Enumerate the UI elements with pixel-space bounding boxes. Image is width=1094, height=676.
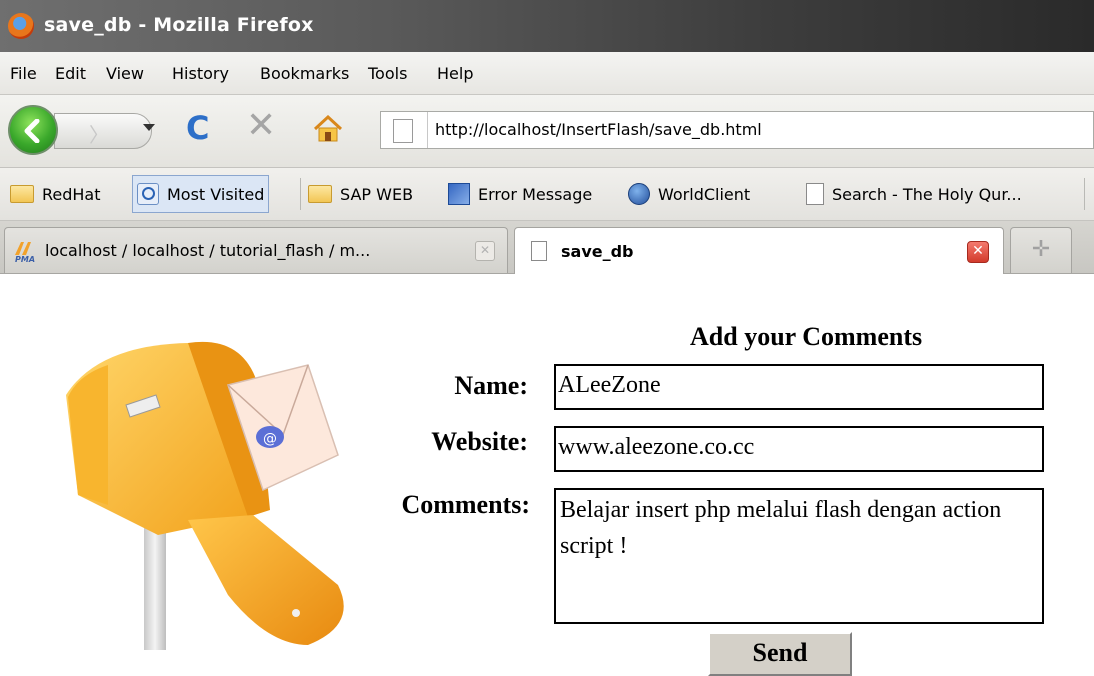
svg-text:@: @ [263, 431, 277, 447]
send-button[interactable]: Send [708, 632, 852, 676]
bookmark-search-quran[interactable]: Search - The Holy Qur... [806, 168, 1022, 220]
back-button[interactable] [8, 105, 58, 155]
url-text[interactable]: http://localhost/InsertFlash/save_db.htm… [435, 120, 762, 139]
page-icon [806, 183, 824, 205]
bookmark-worldclient[interactable]: WorldClient [628, 168, 750, 220]
address-bar[interactable]: http://localhost/InsertFlash/save_db.htm… [380, 111, 1094, 149]
tab-label: save_db [561, 241, 634, 261]
title-bar: save_db - Mozilla Firefox [0, 0, 1094, 52]
menu-view[interactable]: View [106, 64, 144, 83]
navigation-toolbar: 〉 C ✕ http://localhost/InsertFlash/save_… [0, 95, 1094, 168]
tab-label: localhost / localhost / tutorial_flash /… [45, 241, 371, 260]
comments-label: Comments: [401, 490, 530, 519]
folder-icon [308, 185, 332, 203]
bookmark-sap-web[interactable]: SAP WEB [308, 168, 413, 220]
close-tab-icon[interactable]: ✕ [967, 241, 989, 263]
tab-bar: PMA localhost / localhost / tutorial_fla… [0, 221, 1094, 274]
page-icon [393, 119, 413, 143]
window-title: save_db - Mozilla Firefox [44, 14, 314, 36]
globe-icon [628, 183, 650, 205]
page-icon [531, 241, 547, 261]
close-tab-icon[interactable]: ✕ [475, 241, 495, 261]
history-dropdown-icon[interactable] [143, 124, 155, 131]
menu-edit[interactable]: Edit [55, 64, 86, 83]
bookmark-redhat[interactable]: RedHat [10, 168, 101, 220]
mailbox-illustration: @ [66, 341, 344, 650]
phpmyadmin-icon: PMA [13, 239, 37, 264]
bookmark-most-visited[interactable]: Most Visited [132, 175, 270, 213]
bookmark-label: RedHat [42, 184, 101, 204]
name-label: Name: [454, 371, 528, 400]
svg-text:PMA: PMA [15, 255, 35, 263]
back-arrow-icon [24, 119, 40, 143]
bookmark-label: Search - The Holy Qur... [832, 184, 1022, 204]
new-tab-button[interactable]: ✛ [1010, 227, 1072, 273]
menu-tools[interactable]: Tools [368, 64, 407, 83]
menu-bookmarks[interactable]: Bookmarks [260, 64, 349, 83]
bookmark-error-message[interactable]: Error Message [448, 168, 592, 220]
firefox-logo-icon [8, 13, 34, 39]
comments-textarea[interactable]: Belajar insert php melalui flash dengan … [554, 488, 1044, 624]
bookmark-label: WorldClient [658, 184, 751, 204]
reload-icon[interactable]: C [186, 109, 209, 147]
forward-arrow-icon: 〉 [89, 123, 109, 147]
home-icon[interactable] [313, 115, 343, 143]
forward-button[interactable]: 〉 [54, 113, 152, 149]
website-field[interactable]: www.aleezone.co.cc [554, 426, 1044, 472]
menu-bar: File Edit View History Bookmarks Tools H… [0, 52, 1094, 95]
bookmark-label: Error Message [478, 184, 593, 204]
tab-save-db[interactable]: save_db ✕ [514, 227, 1004, 274]
stop-icon[interactable]: ✕ [246, 105, 276, 146]
menu-file[interactable]: File [10, 64, 37, 83]
folder-icon [10, 185, 34, 203]
menu-history[interactable]: History [172, 64, 229, 83]
bookmark-label: SAP WEB [340, 184, 414, 204]
tab-phpmyadmin[interactable]: PMA localhost / localhost / tutorial_fla… [4, 227, 508, 273]
error-message-icon [448, 183, 470, 205]
bookmark-label: Most Visited [167, 184, 265, 204]
menu-help[interactable]: Help [437, 64, 473, 83]
website-label: Website: [431, 427, 528, 456]
bookmarks-toolbar: RedHat Most Visited SAP WEB Error Messag… [0, 168, 1094, 221]
search-icon [137, 183, 159, 205]
form-heading: Add your Comments [690, 322, 923, 351]
name-field[interactable]: ALeeZone [554, 364, 1044, 410]
